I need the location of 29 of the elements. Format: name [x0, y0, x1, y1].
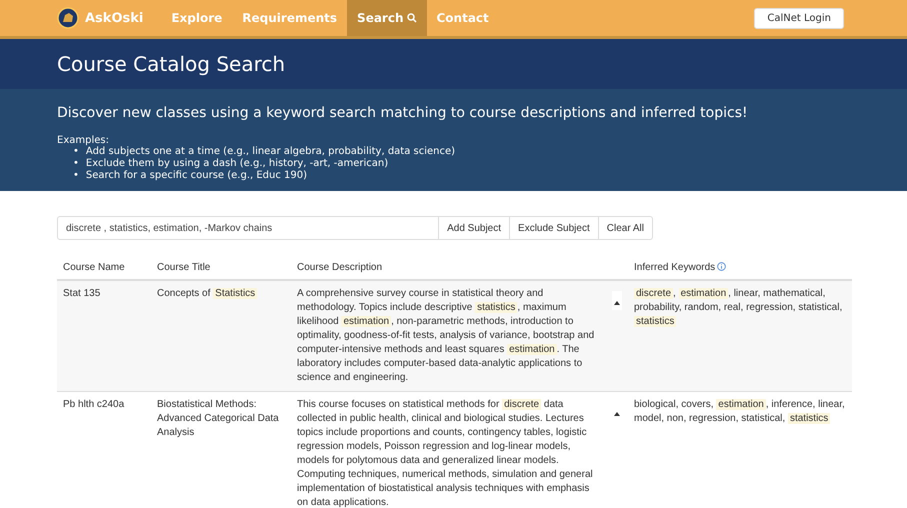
table-cell: biological, covers, estimation, inference, linear, model, non, regression, statistical, statistics [628, 392, 852, 508]
bullet-mark: • [73, 170, 79, 182]
table-cell: Concepts of Statistics [151, 280, 291, 392]
search-field[interactable]: discrete , statistics, estimation, -Markov chains [57, 216, 440, 240]
column-header: Inferred Keywords [634, 262, 716, 273]
logo-icon [57, 7, 79, 29]
table-cell: Biostatistical Methods: Advanced Categorical Data Analysis [151, 392, 291, 508]
bullet-mark: • [73, 146, 79, 158]
table-cell: Pb hlth c240a [57, 392, 151, 508]
examples-label: Examples: [57, 135, 109, 146]
bullet-mark: • [73, 158, 79, 170]
table-cell: A comprehensive survey course in statistical theory and methodology. Topics include descriptive statistics, maximum likelihood estimation, non-parametric methods, introduction to optimality, goodness-of-fit tests, analysis of variance, bootstrap and computer-intensive methods and least squares estimation. The laboratory includes computer-based data-analytic applications to science and engineering. [291, 280, 606, 392]
login-button[interactable]: CalNet Login [754, 8, 844, 28]
caret-up-icon [614, 412, 620, 416]
table-cell: discrete, estimation, linear, mathematical, probability, random, real, regression, statistical, statistics [628, 280, 852, 392]
search-action-button[interactable]: Clear All [598, 216, 653, 240]
search-action-button[interactable]: Add Subject [439, 216, 510, 240]
page-title: Course Catalog Search [57, 52, 286, 76]
example-item: Search for a specific course (e.g., Educ 190) [86, 170, 308, 182]
search-icon [406, 13, 416, 23]
table-cell: Stat 135 [57, 280, 151, 392]
caret-up-icon [614, 301, 620, 305]
example-item: Add subjects one at a time (e.g., linear algebra, probability, data science) [86, 146, 456, 158]
collapse-button[interactable] [612, 291, 622, 310]
info-icon[interactable] [717, 262, 726, 271]
intro-headline: Discover new classes using a keyword search matching to course descriptions and inferred topics! [57, 105, 749, 121]
example-item: Exclude them by using a dash (e.g., history, -art, -american) [86, 158, 388, 170]
table-cell: This course focuses on statistical methods for discrete data collected in public health, clinical and biological studies. Lectures topics include proportions and counts, contingency tables, logistic regression models, Poisson regression and log-linear models, models for polytomous data and generalized linear models. Computing techniques, numerical methods, simulation and general implementation of biostatistical analysis techniques with emphasis on data applications. [291, 392, 606, 508]
search-action-button[interactable]: Exclude Subject [510, 216, 599, 240]
